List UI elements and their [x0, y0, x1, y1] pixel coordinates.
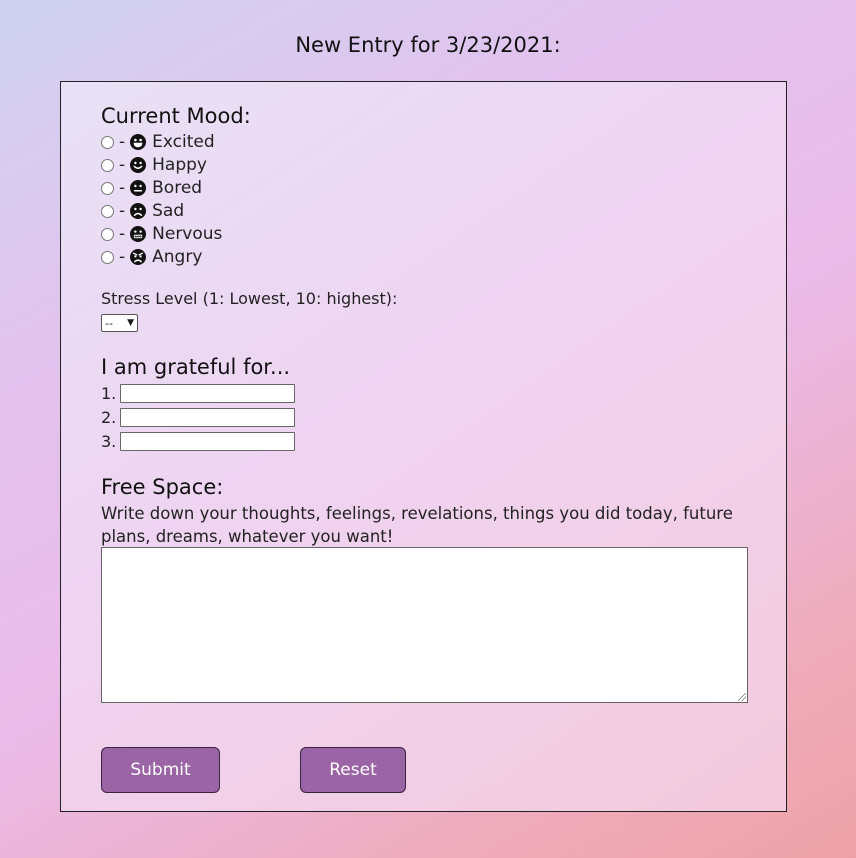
angry-face-icon — [130, 249, 147, 265]
mood-radio-sad[interactable] — [101, 204, 114, 218]
grateful-input-3[interactable] — [120, 432, 296, 451]
mood-option-excited[interactable]: - Excited — [101, 131, 215, 153]
free-space-heading: Free Space: — [101, 475, 224, 499]
mood-label: Happy — [152, 155, 207, 175]
free-space-textarea[interactable] — [101, 547, 748, 703]
grateful-heading: I am grateful for... — [101, 355, 291, 379]
mood-option-nervous[interactable]: - Nervous — [101, 223, 222, 245]
mood-separator: - — [119, 201, 126, 221]
mood-radio-angry[interactable] — [101, 250, 114, 264]
grateful-number: 1. — [101, 384, 117, 403]
grateful-item-2: 2. — [101, 408, 296, 427]
mood-option-sad[interactable]: - Sad — [101, 200, 184, 222]
free-space-description: Write down your thoughts, feelings, reve… — [101, 504, 733, 546]
neutral-face-icon — [130, 180, 147, 196]
mood-separator: - — [119, 132, 126, 152]
grateful-input-2[interactable] — [120, 408, 296, 427]
mood-option-bored[interactable]: - Bored — [101, 177, 202, 199]
mood-label: Nervous — [152, 224, 223, 244]
reset-button[interactable]: Reset — [300, 747, 406, 793]
stress-level-select[interactable]: -- ▼ — [101, 314, 138, 332]
mood-option-happy[interactable]: - Happy — [101, 154, 207, 176]
mood-separator: - — [119, 224, 126, 244]
sad-face-icon — [130, 203, 147, 219]
happy-face-icon — [130, 157, 147, 173]
page-title: New Entry for 3/23/2021: — [295, 33, 561, 57]
mood-label: Angry — [152, 247, 203, 267]
mood-separator: - — [119, 247, 126, 267]
mood-label: Bored — [152, 178, 203, 198]
chevron-down-icon: ▼ — [127, 318, 134, 328]
stress-level-label: Stress Level (1: Lowest, 10: highest): — [101, 289, 398, 308]
mood-radio-bored[interactable] — [101, 181, 114, 195]
mood-separator: - — [119, 178, 126, 198]
mood-separator: - — [119, 155, 126, 175]
mood-label: Excited — [152, 132, 215, 152]
grateful-number: 3. — [101, 432, 117, 451]
mood-option-angry[interactable]: - Angry — [101, 246, 202, 268]
mood-radio-happy[interactable] — [101, 158, 114, 172]
grateful-item-1: 1. — [101, 384, 296, 403]
mood-label: Sad — [152, 201, 185, 221]
grateful-input-1[interactable] — [120, 384, 296, 403]
stress-level-value: -- — [105, 316, 113, 330]
resize-handle-icon[interactable] — [738, 693, 746, 701]
mood-heading: Current Mood: — [101, 104, 251, 128]
grateful-number: 2. — [101, 408, 117, 427]
grimacing-face-icon — [130, 226, 147, 242]
excited-face-icon — [130, 134, 147, 150]
mood-radio-nervous[interactable] — [101, 227, 114, 241]
submit-button[interactable]: Submit — [101, 747, 220, 793]
grateful-item-3: 3. — [101, 432, 296, 451]
mood-radio-excited[interactable] — [101, 135, 114, 149]
entry-form: Current Mood: - Excited - Happy - Bored — [60, 81, 787, 812]
